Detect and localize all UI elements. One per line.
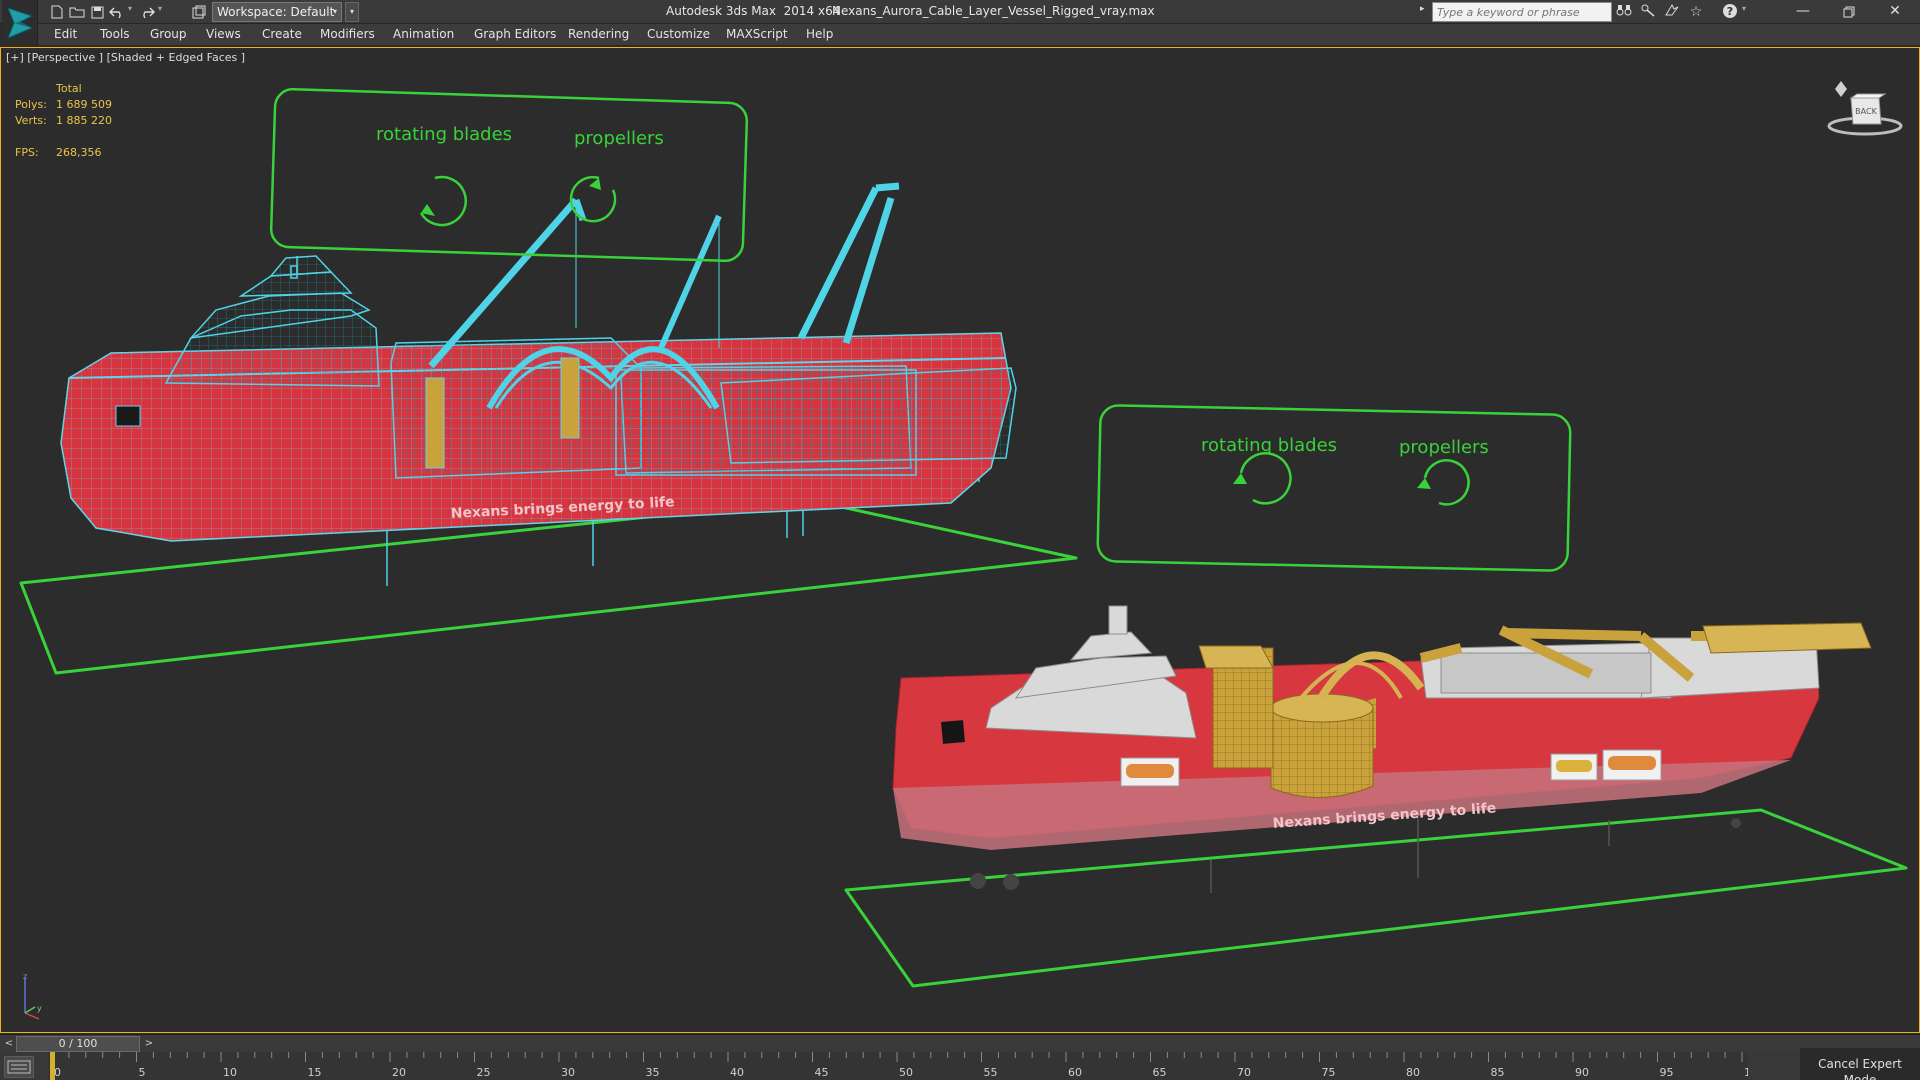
shaded-bridge-window [941,720,965,744]
file-name: Nexans_Aurora_Cable_Layer_Vessel_Rigged_… [832,4,1155,18]
new-file-icon[interactable] [48,3,66,21]
help-dropdown-icon[interactable]: ▾ [1742,4,1746,13]
ruler-label-20: 20 [392,1066,406,1079]
app-logo-icon [7,7,34,39]
ruler-label-70: 70 [1237,1066,1251,1079]
chevron-down-icon: ▾ [332,7,337,16]
next-frame-button[interactable]: > [142,1037,156,1051]
previous-frame-button[interactable]: < [2,1037,16,1051]
ruler-label-5: 5 [139,1066,146,1079]
redo-icon[interactable] [138,3,156,21]
close-button[interactable]: ✕ [1872,0,1918,24]
menu-rendering[interactable]: Rendering [568,27,629,41]
ruler-label-35: 35 [646,1066,660,1079]
ruler-label-55: 55 [984,1066,998,1079]
menu-group[interactable]: Group [150,27,187,41]
ruler-label-30: 30 [561,1066,575,1079]
ruler-label-85: 85 [1491,1066,1505,1079]
menu-customize[interactable]: Customize [647,27,710,41]
ruler-label-80: 80 [1406,1066,1420,1079]
minimize-button[interactable]: — [1780,0,1826,24]
ruler-label-65: 65 [1153,1066,1167,1079]
control-panel-right[interactable]: rotating blades propellers [1096,404,1572,572]
timeline-ruler[interactable]: 0 5 10 15 20 25 30 35 40 45 50 55 60 65 70 75 80 85 90 95 10… [48,1052,1748,1080]
title-bar: ▾ ▾ Workspace: Default ▾ ▾ Autodesk 3ds … [0,0,1920,46]
ruler-label-60: 60 [1068,1066,1082,1079]
control-panel-left[interactable]: rotating blades propellers [269,87,749,263]
undo-dropdown-icon[interactable]: ▾ [128,4,132,13]
mini-curve-editor-icon[interactable] [4,1056,34,1078]
viewcube[interactable]: BACK [1825,76,1905,146]
ruler-label-45: 45 [815,1066,829,1079]
binoculars-icon[interactable] [1614,3,1634,21]
menu-bar: Edit Tools Group Views Create Modifiers … [38,24,1920,46]
menu-animation[interactable]: Animation [393,27,454,41]
menu-graph-editors[interactable]: Graph Editors [474,27,556,41]
ruler-label-90: 90 [1575,1066,1589,1079]
svg-text:?: ? [1727,5,1733,18]
ruler-label-50: 50 [899,1066,913,1079]
ruler-label-100: 100 [1744,1066,1748,1079]
app-logo-button[interactable] [2,0,38,46]
undo-icon[interactable] [108,3,126,21]
time-slider[interactable]: 0 / 100 [16,1036,140,1052]
time-slider-bar: < 0 / 100 > [0,1034,1920,1052]
rotating-blades-label-left: rotating blades [376,124,512,145]
propellers-dial-right-icon[interactable] [1417,459,1470,506]
help-icon[interactable]: ? [1720,3,1740,21]
wireframe-a-frame[interactable] [797,182,900,345]
svg-text:z: z [23,973,27,981]
menu-views[interactable]: Views [206,27,241,41]
axis-tripod: z y [23,973,42,1020]
home-icon[interactable] [1835,81,1847,97]
menu-edit[interactable]: Edit [54,27,77,41]
propellers-dial-left-icon[interactable] [569,175,617,223]
communication-center-icon[interactable] [1662,3,1682,21]
menu-help[interactable]: Help [806,27,833,41]
app-title: Autodesk 3ds Max 2014 x64 [666,4,841,18]
time-marker[interactable] [50,1052,55,1080]
ruler-label-15: 15 [308,1066,322,1079]
ruler-label-95: 95 [1660,1066,1674,1079]
rotating-blades-dial-right-icon[interactable] [1233,452,1292,505]
restore-button[interactable] [1826,0,1872,24]
menu-modifiers[interactable]: Modifiers [320,27,375,41]
cancel-expert-mode-button[interactable]: Cancel Expert Mode [1800,1048,1920,1080]
open-folder-icon[interactable] [68,3,86,21]
save-icon[interactable] [88,3,106,21]
workspace-options-button[interactable]: ▾ [345,2,359,22]
propellers-label-left: propellers [574,128,664,149]
shaded-vessel[interactable]: Nexans brings energy to life [844,605,1908,988]
wireframe-vessel[interactable]: Nexans brings energy to life [19,182,1078,675]
project-folder-icon[interactable] [190,3,208,21]
redo-dropdown-icon[interactable]: ▾ [158,4,162,13]
ruler-label-25: 25 [477,1066,491,1079]
search-input[interactable] [1432,2,1612,22]
workspace-dropdown[interactable]: Workspace: Default ▾ [212,2,342,22]
wireframe-crane-mid[interactable] [658,214,722,350]
favorites-star-icon[interactable]: ☆ [1686,3,1706,21]
viewcube-face-label: BACK [1855,107,1877,116]
rotating-blades-dial-left-icon[interactable] [419,175,468,227]
propellers-label-right: propellers [1399,437,1489,458]
ruler-label-10: 10 [223,1066,237,1079]
scene-canvas[interactable]: Nexans brings energy to life rotating bl… [1,48,1919,1032]
ruler-label-0: 0 [54,1066,61,1079]
perspective-viewport[interactable]: [+] [Perspective ] [Shaded + Edged Faces… [0,47,1920,1033]
wireframe-bridge-window [115,405,141,427]
search-expand-icon[interactable]: ▸ [1420,4,1425,14]
menu-maxscript[interactable]: MAXScript [726,27,788,41]
track-bar[interactable]: 0 5 10 15 20 25 30 35 40 45 50 55 60 65 70 75 80 85 90 95 10… [0,1052,1920,1080]
svg-text:y: y [37,1004,42,1013]
subscription-key-icon[interactable] [1638,3,1658,21]
workspace-label: Workspace: Default [217,5,335,19]
ruler-label-75: 75 [1322,1066,1336,1079]
menu-tools[interactable]: Tools [100,27,130,41]
menu-create[interactable]: Create [262,27,302,41]
ruler-label-40: 40 [730,1066,744,1079]
